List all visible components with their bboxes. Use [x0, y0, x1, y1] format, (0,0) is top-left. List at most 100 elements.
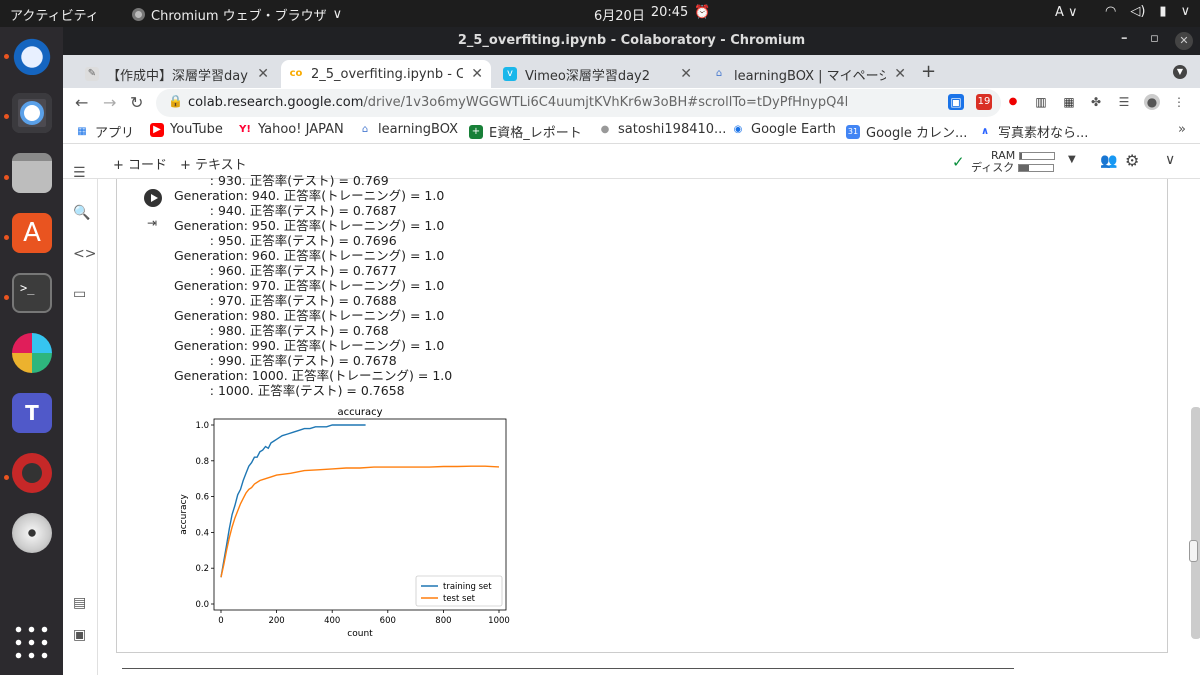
running-indicator — [4, 114, 9, 119]
software-center-icon[interactable]: A — [12, 213, 52, 253]
bookmark-e-shikaku[interactable]: + E資格_レポート — [469, 122, 582, 141]
teams-icon[interactable]: T — [12, 393, 52, 433]
y-tick-label: 1.0 — [195, 421, 209, 431]
app-icon[interactable] — [12, 453, 52, 493]
activities-button[interactable]: アクティビティ — [10, 5, 99, 24]
files-icon[interactable] — [12, 153, 52, 193]
gmail-badge-icon[interactable]: 19 — [976, 94, 992, 110]
search-icon[interactable]: 🔍 — [73, 205, 90, 221]
forward-button[interactable]: → — [103, 93, 116, 112]
bookmark-photo-stock[interactable]: ∧ 写真素材なら... — [978, 122, 1088, 142]
new-tab-button[interactable]: + — [921, 61, 936, 82]
minimize-button[interactable]: – — [1121, 31, 1128, 46]
tab-vimeo[interactable]: v Vimeo深層学習day2 ✕ — [495, 60, 700, 88]
more-bookmarks-icon[interactable]: » — [1178, 122, 1186, 137]
record-icon[interactable]: ● — [1005, 94, 1021, 110]
terminal-icon[interactable]: >_ — [12, 273, 52, 313]
tab-colab[interactable]: co 2_5_overfiting.ipynb - Cola ✕ — [281, 60, 491, 88]
bookmark-label: learningBOX — [378, 122, 459, 137]
settings-gear-icon[interactable]: ⚙ — [1125, 151, 1139, 170]
folder-icon[interactable]: ▭ — [73, 286, 86, 302]
output-line: : 980. 正答率(テスト) = 0.768 — [174, 323, 389, 338]
ram-meter — [1019, 152, 1056, 160]
bookmark-label: satoshi198410... — [618, 122, 727, 137]
collapse-chevron-icon[interactable]: ∨ — [1165, 152, 1175, 168]
output-scrollbar[interactable] — [1191, 407, 1200, 639]
url-text: colab.research.google.com/drive/1v3o6myW… — [188, 95, 849, 110]
bookmark-label: アプリ — [95, 126, 135, 141]
close-icon[interactable]: ✕ — [894, 66, 906, 82]
disc-icon[interactable] — [12, 513, 52, 553]
system-tray[interactable]: ◠ ◁) ▮ ∨ — [1105, 4, 1190, 19]
command-palette-icon[interactable]: ▤ — [73, 595, 86, 611]
terminal-icon[interactable]: ▣ — [73, 627, 86, 643]
youtube-icon: ▶ — [150, 122, 164, 137]
browser-menu-icon[interactable]: ⋮ — [1171, 94, 1187, 110]
reading-list-icon[interactable]: ☰ — [1116, 94, 1132, 110]
colab-icon: co — [289, 68, 303, 79]
barcode-icon[interactable]: ▥ — [1033, 94, 1049, 110]
apps-grid-icon: ▦ — [77, 125, 87, 137]
close-window-button[interactable]: ✕ — [1175, 32, 1193, 50]
maximize-button[interactable]: ▫ — [1150, 31, 1159, 46]
bookmark-satoshi[interactable]: ● satoshi198410... — [598, 122, 727, 137]
date-label: 6月20日 — [594, 9, 645, 24]
ram-disk-indicator[interactable]: RAM ディスク — [971, 150, 1056, 174]
output-line: Generation: 1000. 正答率(トレーニング) = 1.0 — [174, 368, 453, 383]
extension-icon[interactable]: ▣ — [948, 94, 964, 110]
check-icon: ✓ — [952, 153, 965, 171]
input-method-menu[interactable]: A ∨ — [1055, 5, 1078, 20]
back-button[interactable]: ← — [75, 93, 88, 112]
bookmark-yahoo[interactable]: Y! Yahoo! JAPAN — [238, 122, 344, 137]
close-icon[interactable]: ✕ — [257, 66, 269, 82]
bookmark-apps[interactable]: ▦ アプリ — [75, 122, 135, 142]
system-top-bar: アクティビティ Chromium ウェブ・ブラウザ ∨ 6月20日 20:45 … — [0, 0, 1200, 27]
profile-avatar[interactable]: ● — [1144, 94, 1160, 110]
close-icon[interactable]: ✕ — [680, 66, 692, 82]
show-apps-icon[interactable] — [12, 623, 52, 663]
chevron-down-icon: ∨ — [1068, 5, 1078, 20]
run-cell-button[interactable] — [144, 189, 162, 207]
y-tick-label: 0.8 — [195, 457, 209, 467]
slack-icon[interactable] — [12, 333, 52, 373]
calendar-extension-icon[interactable]: ▦ — [1061, 94, 1077, 110]
bookmark-google-earth[interactable]: ◉ Google Earth — [731, 122, 836, 137]
code-snippets-icon[interactable]: <> — [73, 246, 96, 262]
y-tick-label: 0.2 — [195, 564, 209, 574]
app-menu[interactable]: Chromium ウェブ・ブラウザ ∨ — [132, 5, 342, 24]
ime-label: A — [1055, 5, 1064, 20]
running-indicator — [4, 295, 9, 300]
browser-toolbar: ← → ↻ 🔒 colab.research.google.com/drive/… — [63, 88, 1200, 118]
disk-meter — [1018, 164, 1055, 172]
address-bar[interactable]: 🔒 colab.research.google.com/drive/1v3o6m… — [156, 89, 1001, 117]
tab-draft[interactable]: ✎ 【作成中】深層学習day1 ✕ — [77, 60, 277, 88]
extensions-puzzle-icon[interactable]: ✤ — [1088, 94, 1104, 110]
y-tick-label: 0.4 — [195, 528, 209, 538]
add-code-button[interactable]: + コード — [113, 154, 167, 173]
bookmark-learningbox[interactable]: ⌂ learningBOX — [358, 122, 458, 137]
ubuntu-dock: A >_ T — [0, 27, 85, 675]
output-line: : 950. 正答率(テスト) = 0.7696 — [174, 233, 397, 248]
thunderbird-icon[interactable] — [12, 35, 52, 75]
close-icon[interactable]: ✕ — [471, 66, 483, 82]
output-menu-icon[interactable]: ⇥ — [147, 216, 157, 230]
notebook-area: ⇥ : 930. 正答率(テスト) = 0.769 Generation: 940… — [98, 173, 1200, 675]
dropdown-arrow-icon[interactable]: ▼ — [1068, 154, 1076, 165]
document-icon: ✎ — [85, 67, 99, 81]
table-of-contents-icon[interactable]: ☰ — [73, 165, 86, 181]
output-line: Generation: 980. 正答率(トレーニング) = 1.0 — [174, 308, 445, 323]
code-cell[interactable]: ⇥ : 930. 正答率(テスト) = 0.769 Generation: 940… — [116, 173, 1200, 653]
bookmark-google-calendar[interactable]: 31 Google カレン... — [846, 122, 967, 141]
yahoo-icon: Y! — [239, 123, 251, 135]
window-titlebar[interactable]: 2_5_overfiting.ipynb - Colaboratory - Ch… — [63, 27, 1200, 55]
tab-learningbox[interactable]: ⌂ learningBOX | マイページ ✕ — [704, 60, 914, 88]
add-text-button[interactable]: + テキスト — [180, 154, 247, 173]
output-line: Generation: 950. 正答率(トレーニング) = 1.0 — [174, 218, 445, 233]
share-people-icon[interactable]: 👥 — [1100, 153, 1117, 169]
page-scrollbar[interactable] — [1189, 540, 1198, 562]
bookmark-youtube[interactable]: ▶ YouTube — [150, 122, 223, 137]
tab-search-icon[interactable]: ▼ — [1173, 65, 1187, 79]
clock[interactable]: 6月20日 20:45 ⏰ — [594, 5, 710, 24]
chromium-dock-icon[interactable] — [12, 93, 52, 133]
reload-button[interactable]: ↻ — [130, 93, 143, 112]
